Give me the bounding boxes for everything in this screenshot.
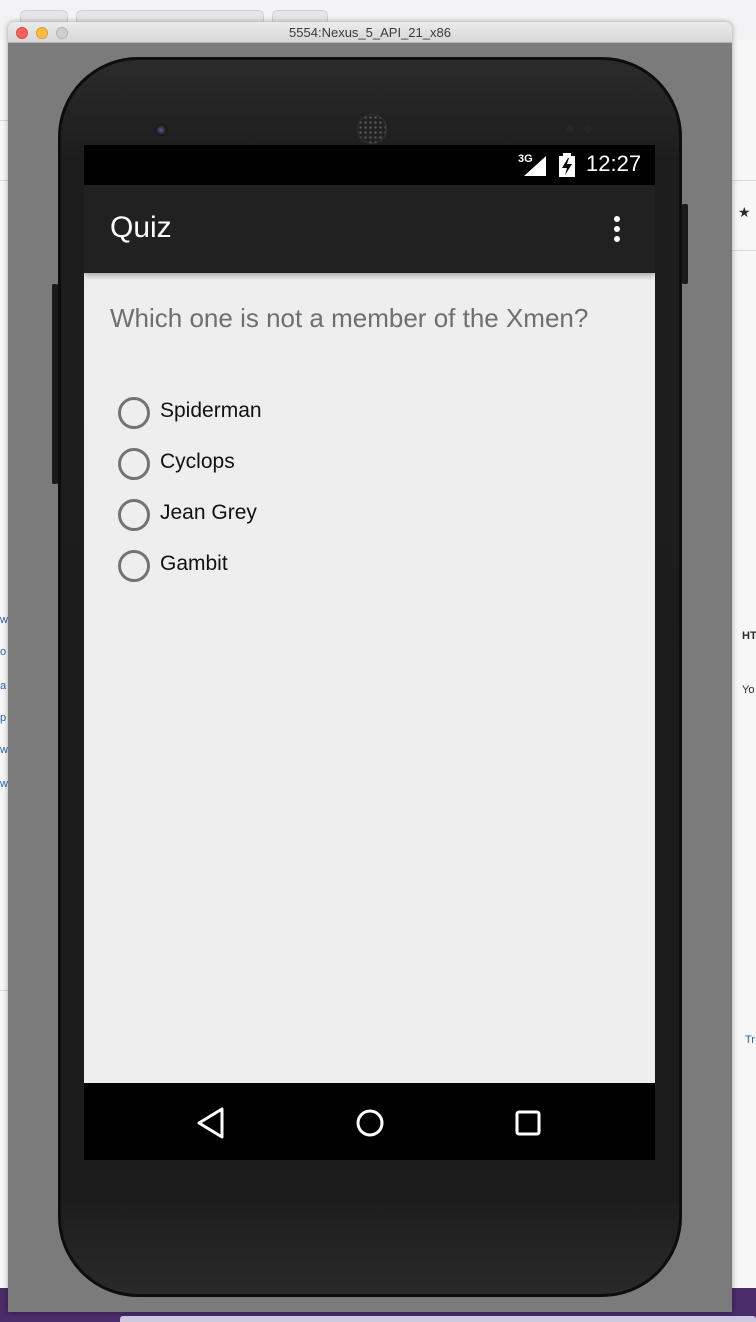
recents-square-icon[interactable] [508,1103,548,1143]
background-right-strip [730,40,756,1290]
bg-link: w [0,744,8,756]
bg-link: a [0,680,7,692]
emulator-window: 5554:Nexus_5_API_21_x86 3G 12:27 Quiz Wh… [8,22,732,1312]
device-screen: 3G 12:27 Quiz Which one is not a member … [84,145,655,1160]
status-clock: 12:27 [586,151,642,176]
radio-button-icon[interactable] [118,499,150,531]
divider [730,180,756,181]
app-bar: Quiz [84,185,655,273]
light-sensor-icon [584,125,592,133]
front-camera-icon [155,124,167,136]
answer-label: Spiderman [160,399,262,422]
divider [730,250,756,251]
answer-option-spiderman[interactable]: Spiderman [118,397,618,448]
bg-text: Yo [742,684,755,696]
battery-charging-icon [559,153,575,177]
answer-label: Jean Grey [160,501,257,524]
bg-link: p [0,712,7,724]
bg-link: Tr [745,1034,755,1046]
bg-link: w [0,614,8,626]
window-titlebar: 5554:Nexus_5_API_21_x86 [8,22,732,43]
window-title: 5554:Nexus_5_API_21_x86 [289,25,451,40]
overflow-dot [614,216,620,222]
answer-label: Gambit [160,552,228,575]
overflow-dot [614,226,620,232]
proximity-sensor-icon [566,125,574,133]
radio-button-icon[interactable] [118,397,150,429]
answer-option-jean-grey[interactable]: Jean Grey [118,499,618,550]
app-title: Quiz [110,211,172,244]
answer-option-gambit[interactable]: Gambit [118,550,618,601]
navigation-bar [84,1083,655,1160]
overflow-dot [614,236,620,242]
phone-power-button[interactable] [682,204,688,284]
bg-link: o [0,646,7,658]
question-text: Which one is not a member of the Xmen? [110,303,589,333]
bg-link: w [0,778,8,790]
star-icon: ★ [738,204,751,220]
home-circle-icon[interactable] [350,1103,390,1143]
status-bar: 3G 12:27 [84,145,655,185]
radio-button-icon[interactable] [118,448,150,480]
desktop-dock-bar [120,1316,756,1322]
overflow-menu-icon[interactable] [600,209,634,249]
earpiece-speaker-icon [357,114,387,144]
answer-option-cyclops[interactable]: Cyclops [118,448,618,499]
cell-signal-icon [524,156,546,176]
radio-button-icon[interactable] [118,550,150,582]
answer-label: Cyclops [160,450,235,473]
bg-text: HT [742,630,756,642]
answer-radio-group: Spiderman Cyclops Jean Grey Gambit [118,397,618,601]
back-triangle-icon[interactable] [191,1103,231,1143]
